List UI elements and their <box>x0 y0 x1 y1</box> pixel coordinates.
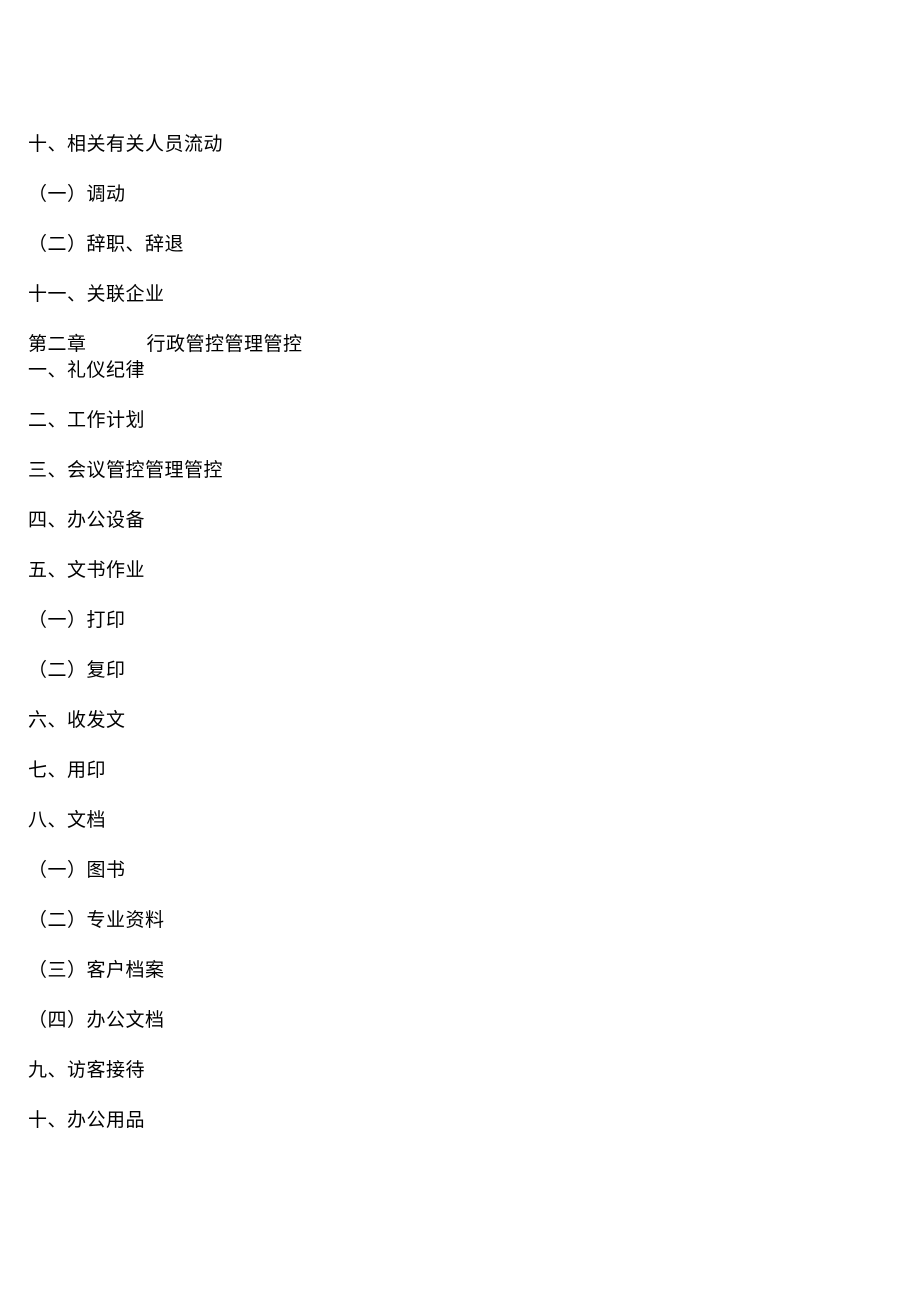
toc-text: 十、相关有关人员流动 <box>28 134 223 155</box>
toc-text: （一）图书 <box>28 860 126 881</box>
toc-text: （一）调动 <box>28 184 126 205</box>
toc-text: （四）办公文档 <box>28 1010 165 1031</box>
toc-text: 十、办公用品 <box>28 1110 145 1131</box>
toc-text: 八、文档 <box>28 810 106 831</box>
toc-text: 五、文书作业 <box>28 560 145 581</box>
chapter-title: 行政管控管理管控 <box>147 334 303 355</box>
toc-text: 九、访客接待 <box>28 1060 145 1081</box>
toc-item: （三）客户档案 <box>28 961 892 980</box>
toc-text: 一、礼仪纪律 <box>28 360 145 381</box>
toc-text: 七、用印 <box>28 760 106 781</box>
toc-item: 十、相关有关人员流动 <box>28 135 892 154</box>
toc-item: 八、文档 <box>28 811 892 830</box>
toc-item: （四）办公文档 <box>28 1011 892 1030</box>
toc-item: 一、礼仪纪律 <box>28 361 892 380</box>
toc-item: 九、访客接待 <box>28 1061 892 1080</box>
toc-item: 四、办公设备 <box>28 511 892 530</box>
toc-item: 六、收发文 <box>28 711 892 730</box>
toc-item: 十一、关联企业 <box>28 285 892 304</box>
toc-item: 三、会议管控管理管控 <box>28 461 892 480</box>
toc-item: 五、文书作业 <box>28 561 892 580</box>
toc-text: 四、办公设备 <box>28 510 145 531</box>
toc-item: （一）调动 <box>28 185 892 204</box>
toc-text: （二）辞职、辞退 <box>28 234 184 255</box>
toc-item: （二）专业资料 <box>28 911 892 930</box>
toc-text: （二）复印 <box>28 660 126 681</box>
toc-item: （一）打印 <box>28 611 892 630</box>
toc-item: （二）辞职、辞退 <box>28 235 892 254</box>
toc-item: （一）图书 <box>28 861 892 880</box>
toc-text: 六、收发文 <box>28 710 126 731</box>
toc-text: （三）客户档案 <box>28 960 165 981</box>
toc-item: 二、工作计划 <box>28 411 892 430</box>
toc-text: 三、会议管控管理管控 <box>28 460 223 481</box>
toc-text: 二、工作计划 <box>28 410 145 431</box>
chapter-prefix: 第二章 <box>28 334 87 355</box>
toc-text: （一）打印 <box>28 610 126 631</box>
toc-item: （二）复印 <box>28 661 892 680</box>
chapter-heading: 第二章 行政管控管理管控 <box>28 335 892 354</box>
toc-item: 七、用印 <box>28 761 892 780</box>
toc-item: 十、办公用品 <box>28 1111 892 1130</box>
toc-text: 十一、关联企业 <box>28 284 165 305</box>
toc-text: （二）专业资料 <box>28 910 165 931</box>
